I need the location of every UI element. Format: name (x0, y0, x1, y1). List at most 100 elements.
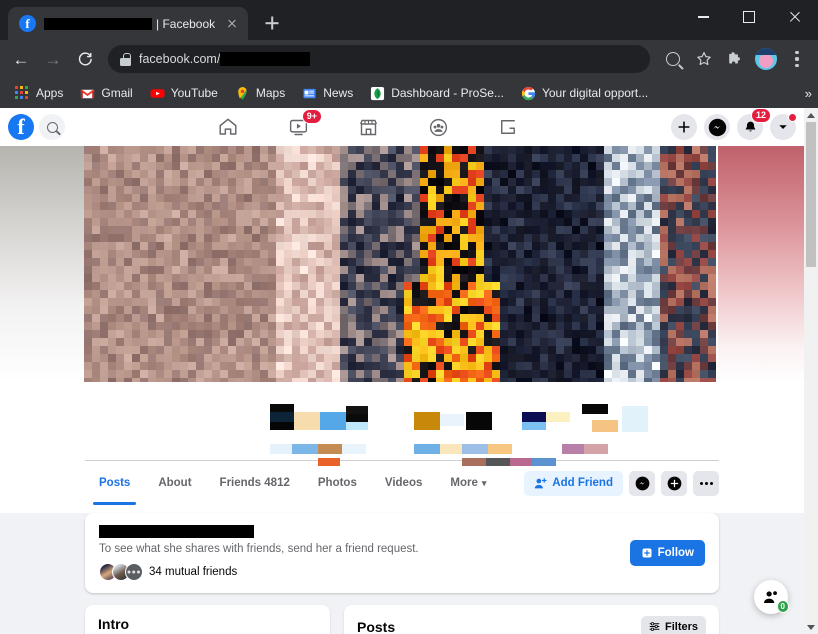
tab-label: Videos (384, 477, 423, 489)
tab-friends[interactable]: Friends 4812 (206, 461, 304, 505)
mutual-friends-count: 34 mutual friends (149, 566, 238, 578)
back-button[interactable]: ← (6, 44, 36, 74)
bookmark-apps[interactable]: Apps (8, 83, 70, 104)
tab-more[interactable]: More ▾ (436, 461, 500, 505)
more-options-button[interactable] (693, 470, 719, 496)
follow-button[interactable]: Follow (629, 540, 705, 566)
bookmark-label: Maps (255, 86, 286, 100)
chrome-menu-button[interactable] (782, 44, 812, 74)
dashboard-icon (370, 86, 385, 101)
message-button[interactable] (629, 470, 655, 496)
tab-videos[interactable]: Videos (371, 461, 437, 505)
tab-photos[interactable]: Photos (304, 461, 371, 505)
navbar-right: 12 (671, 108, 797, 140)
scroll-up-button[interactable] (804, 108, 818, 122)
avatar-overflow: ●●● (125, 563, 143, 581)
chevron-down-icon: ▾ (481, 477, 487, 488)
profile-avatar (755, 48, 777, 70)
more-dots-icon (699, 481, 713, 485)
browser-toolbar: ← → facebook.com/ (0, 40, 818, 78)
bookmark-youtube[interactable]: YouTube (143, 83, 225, 104)
browser-tab-facebook[interactable]: f | Facebook (8, 7, 248, 40)
navbar-center: 9+ (65, 109, 671, 140)
notifications-badge: 12 (750, 108, 771, 123)
bookmark-gmail[interactable]: Gmail (73, 83, 139, 104)
add-friend-button[interactable]: Add Friend (524, 470, 623, 496)
scrollbar-thumb[interactable] (806, 122, 816, 267)
bookmarks-overflow-button[interactable]: » (805, 86, 812, 101)
filters-button[interactable]: Filters (640, 616, 706, 634)
follow-square-button[interactable] (661, 470, 687, 496)
account-alert-dot (788, 113, 797, 122)
profile-tabs: Posts About Friends 4812 Photos Videos M… (0, 461, 804, 505)
tab-label: Photos (317, 477, 357, 489)
apps-grid-icon (15, 85, 30, 101)
tab-label: About (158, 477, 192, 489)
close-icon[interactable] (772, 0, 818, 34)
new-tab-button[interactable] (258, 9, 286, 37)
minimize-icon[interactable] (680, 0, 726, 34)
contacts-badge: 0 (776, 600, 789, 613)
tab-posts[interactable]: Posts (85, 461, 144, 505)
lock-icon (120, 52, 131, 66)
back-arrow-icon: ← (12, 49, 30, 69)
close-icon[interactable] (224, 16, 240, 32)
bookmark-label: Gmail (101, 86, 133, 100)
profile-button[interactable] (751, 44, 781, 74)
maximize-icon[interactable] (726, 0, 772, 34)
window-controls (680, 0, 818, 40)
tab-strip: f | Facebook (0, 0, 818, 40)
tab-label: More (450, 477, 478, 489)
tab-label: Posts (99, 477, 131, 489)
forward-arrow-icon: → (44, 49, 62, 69)
google-news-icon (302, 86, 317, 101)
forward-button[interactable]: → (38, 44, 68, 74)
intro-panel: Intro (85, 605, 330, 634)
chevron-up-icon (807, 112, 815, 118)
filters-label: Filters (664, 620, 698, 633)
tab-about[interactable]: About (144, 461, 205, 505)
url-text: facebook.com/ (139, 52, 311, 66)
bookmark-button[interactable] (689, 44, 719, 74)
nav-home[interactable] (214, 114, 242, 140)
nav-marketplace[interactable] (354, 114, 382, 140)
mutual-friends-row[interactable]: ●●● 34 mutual friends (99, 563, 630, 581)
cover-photo-area[interactable] (0, 146, 804, 382)
redacted-path (220, 52, 311, 66)
nav-video[interactable]: 9+ (284, 109, 322, 140)
extensions-button[interactable] (720, 44, 750, 74)
mutual-avatars: ●●● (99, 563, 143, 581)
video-badge: 9+ (301, 109, 322, 124)
follow-icon (667, 476, 681, 490)
gaming-icon (501, 120, 515, 134)
facebook-logo[interactable]: f (8, 114, 34, 140)
scroll-down-button[interactable] (804, 620, 818, 634)
notifications-button[interactable]: 12 (737, 108, 771, 140)
home-icon (219, 118, 237, 135)
messenger-icon (635, 476, 649, 490)
groups-icon (429, 118, 447, 136)
bookmark-your-digital[interactable]: Your digital opport... (514, 83, 655, 104)
create-button[interactable] (671, 114, 697, 140)
page-scrollbar[interactable] (804, 108, 818, 634)
pixelated-cover-photo[interactable] (84, 146, 716, 382)
address-bar[interactable]: facebook.com/ (108, 45, 650, 73)
youtube-icon (150, 86, 165, 101)
contacts-fab[interactable]: 0 (754, 580, 789, 614)
tab-label: Friends 4812 (219, 477, 290, 489)
profile-body: To see what she shares with friends, sen… (0, 513, 804, 634)
tab-title-suffix: | Facebook (156, 16, 216, 31)
nav-groups[interactable] (424, 114, 452, 140)
messenger-button[interactable] (704, 114, 730, 140)
account-menu-button[interactable] (770, 113, 797, 140)
nav-gaming[interactable] (494, 114, 522, 140)
bookmark-maps[interactable]: Maps (228, 83, 292, 104)
bookmark-label: Apps (36, 86, 64, 100)
cover-gradient-right (718, 146, 804, 382)
bookmark-news[interactable]: News (295, 83, 360, 104)
zoom-out-button[interactable] (658, 44, 688, 74)
reload-button[interactable] (70, 44, 100, 74)
search-input[interactable] (39, 114, 65, 140)
messenger-icon (708, 118, 726, 136)
bookmark-dashboard[interactable]: Dashboard - ProSe... (363, 83, 511, 104)
